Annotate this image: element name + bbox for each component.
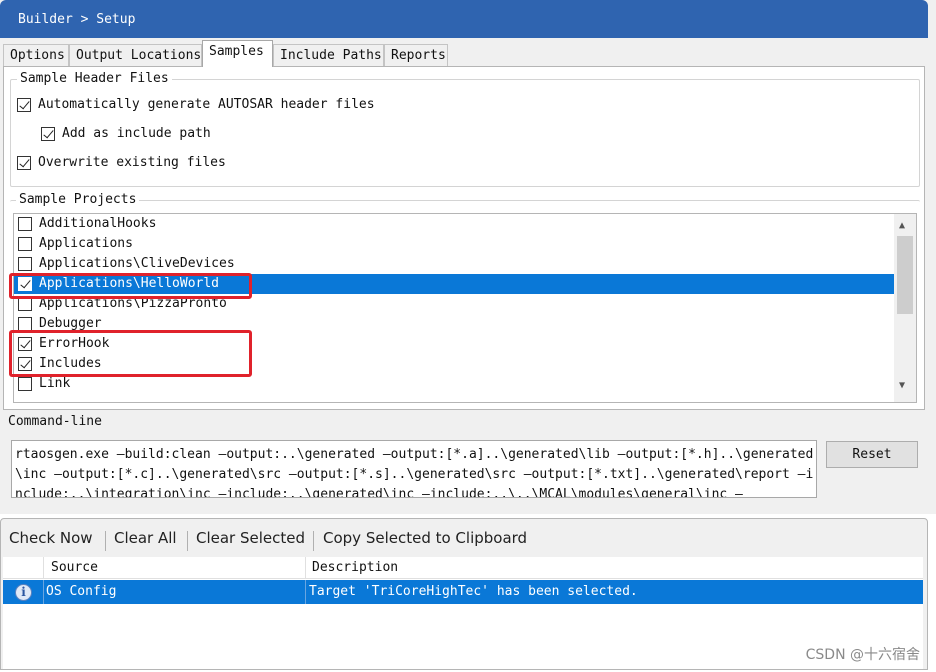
- source-cell: OS Config: [46, 584, 117, 599]
- auto-generate-headers-checkbox[interactable]: [17, 98, 31, 112]
- tab-reports[interactable]: Reports: [384, 44, 448, 66]
- add-include-path-label: Add as include path: [62, 126, 211, 141]
- project-label: Applications: [39, 236, 133, 251]
- scroll-down-icon[interactable]: ▼: [899, 380, 905, 391]
- tab-samples[interactable]: Samples: [202, 40, 273, 67]
- window-title: Builder > Setup: [18, 12, 136, 27]
- table-header: Source Description: [3, 557, 923, 579]
- toolbar-divider: [105, 531, 106, 551]
- add-include-path-checkbox[interactable]: [41, 127, 55, 141]
- description-cell: Target 'TriCoreHighTec' has been selecte…: [309, 584, 638, 599]
- clear-selected-button[interactable]: Clear Selected: [196, 529, 305, 547]
- command-line-text: rtaosgen.exe —build:clean —output:..\gen…: [15, 447, 814, 498]
- reset-button[interactable]: Reset: [826, 441, 918, 468]
- cell-divider: [305, 580, 306, 604]
- scroll-up-icon[interactable]: ▲: [899, 220, 905, 231]
- cell-divider: [43, 580, 44, 604]
- list-item[interactable]: Applications: [14, 234, 894, 254]
- description-column-header[interactable]: Description: [312, 560, 398, 575]
- toolbar-divider: [313, 531, 314, 551]
- check-now-button[interactable]: Check Now: [9, 529, 93, 547]
- tab-options[interactable]: Options: [3, 44, 69, 66]
- samples-pane: Sample Header Files Automatically genera…: [3, 66, 925, 410]
- command-line-label: Command-line: [8, 414, 102, 429]
- header-divider: [305, 557, 306, 579]
- command-line-field[interactable]: rtaosgen.exe —build:clean —output:..\gen…: [11, 440, 817, 498]
- highlight-box-helloworld: [9, 273, 252, 299]
- project-checkbox[interactable]: [18, 317, 32, 331]
- builder-setup-window: Builder > Setup Options Output Locations…: [0, 0, 936, 514]
- messages-toolbar: Check Now Clear All Clear Selected Copy …: [3, 523, 925, 555]
- project-checkbox[interactable]: [18, 217, 32, 231]
- list-item[interactable]: Applications\CliveDevices: [14, 254, 894, 274]
- tab-strip: Options Output Locations Samples Include…: [0, 40, 928, 67]
- toolbar-divider: [187, 531, 188, 551]
- project-checkbox[interactable]: [18, 377, 32, 391]
- table-row[interactable]: i OS Config Target 'TriCoreHighTec' has …: [3, 580, 923, 604]
- scroll-thumb[interactable]: [897, 236, 913, 314]
- project-label: Link: [39, 376, 71, 391]
- sample-projects-legend: Sample Projects: [16, 192, 140, 207]
- messages-panel: Check Now Clear All Clear Selected Copy …: [0, 518, 928, 670]
- sample-header-files-group: Sample Header Files Automatically genera…: [10, 71, 920, 187]
- project-label: Applications\CliveDevices: [39, 256, 235, 271]
- info-icon: i: [15, 584, 32, 601]
- copy-to-clipboard-button[interactable]: Copy Selected to Clipboard: [323, 529, 527, 547]
- list-scrollbar[interactable]: ▲ ▼: [894, 214, 916, 402]
- list-item[interactable]: Link: [14, 374, 894, 394]
- watermark: CSDN @十六宿舍: [805, 647, 920, 663]
- tab-output-locations[interactable]: Output Locations: [69, 44, 202, 66]
- sample-header-files-legend: Sample Header Files: [17, 71, 172, 86]
- overwrite-files-checkbox[interactable]: [17, 156, 31, 170]
- project-label: Debugger: [39, 316, 102, 331]
- clear-all-button[interactable]: Clear All: [114, 529, 177, 547]
- title-bar: Builder > Setup: [0, 0, 928, 38]
- project-checkbox[interactable]: [18, 237, 32, 251]
- project-checkbox[interactable]: [18, 297, 32, 311]
- list-item[interactable]: AdditionalHooks: [14, 214, 894, 234]
- header-divider: [43, 557, 44, 579]
- messages-table: Source Description i OS Config Target 'T…: [3, 557, 923, 669]
- project-label: AdditionalHooks: [39, 216, 157, 231]
- source-column-header[interactable]: Source: [51, 560, 98, 575]
- overwrite-files-label: Overwrite existing files: [38, 155, 226, 170]
- auto-generate-headers-label: Automatically generate AUTOSAR header fi…: [38, 97, 375, 112]
- highlight-box-errorhook-includes: [9, 330, 252, 377]
- tab-include-paths[interactable]: Include Paths: [273, 44, 384, 66]
- project-checkbox[interactable]: [18, 257, 32, 271]
